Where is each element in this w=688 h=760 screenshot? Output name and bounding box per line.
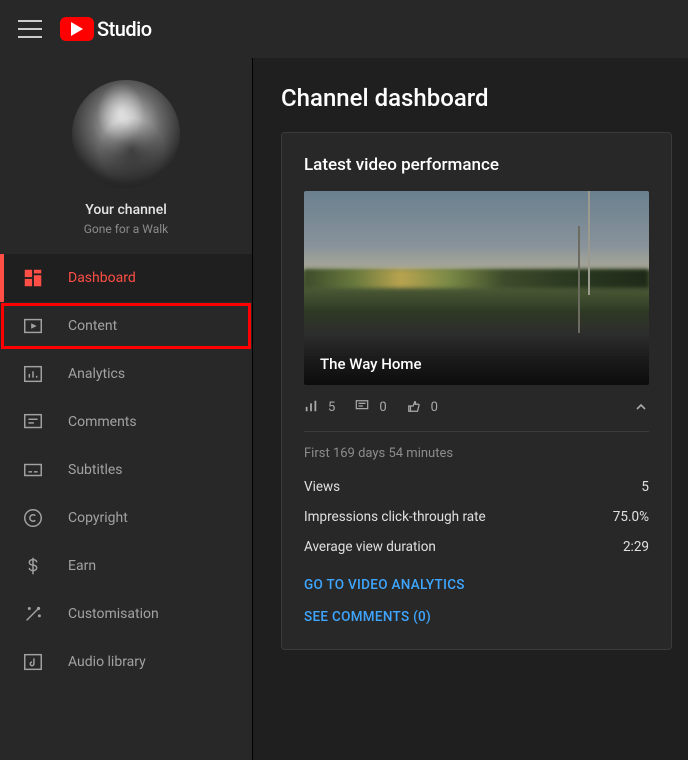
stat-likes: 0	[407, 399, 438, 415]
sidebar-nav: Dashboard Content Analytics Comments	[0, 254, 252, 686]
play-box-icon	[22, 315, 44, 337]
stat-views: 5	[304, 399, 335, 415]
sidebar-item-copyright[interactable]: Copyright	[0, 494, 252, 542]
sidebar-item-label: Dashboard	[68, 270, 136, 286]
metric-row: Views 5	[304, 479, 649, 495]
sidebar-item-label: Customisation	[68, 606, 159, 622]
metric-value: 75.0%	[613, 509, 649, 525]
sidebar-item-label: Comments	[68, 414, 137, 430]
subtitles-icon	[22, 459, 44, 481]
menu-icon[interactable]	[18, 20, 42, 38]
avatar[interactable]	[72, 80, 180, 188]
page-title: Channel dashboard	[281, 84, 672, 112]
sidebar-item-customisation[interactable]: Customisation	[0, 590, 252, 638]
bar-chart-icon	[22, 363, 44, 385]
metrics-list: Views 5 Impressions click-through rate 7…	[304, 479, 649, 555]
metric-value: 5	[641, 479, 649, 495]
stats-row: 5 0 0	[304, 385, 649, 431]
channel-name: Gone for a Walk	[84, 222, 169, 236]
sidebar-item-content[interactable]: Content	[0, 302, 252, 350]
card-links: GO TO VIDEO ANALYTICS SEE COMMENTS (0)	[304, 577, 649, 625]
sidebar-item-label: Audio library	[68, 654, 146, 670]
youtube-play-icon	[60, 17, 94, 41]
comment-icon	[355, 399, 371, 415]
metric-label: Average view duration	[304, 539, 436, 555]
sidebar: Your channel Gone for a Walk Dashboard C…	[0, 58, 253, 760]
metric-label: Views	[304, 479, 340, 495]
comment-icon	[22, 411, 44, 433]
metric-row: Impressions click-through rate 75.0%	[304, 509, 649, 525]
metric-row: Average view duration 2:29	[304, 539, 649, 555]
sidebar-item-analytics[interactable]: Analytics	[0, 350, 252, 398]
wand-icon	[22, 603, 44, 625]
sidebar-item-comments[interactable]: Comments	[0, 398, 252, 446]
stat-value: 0	[379, 400, 386, 415]
metric-value: 2:29	[623, 539, 649, 555]
sidebar-item-label: Content	[68, 318, 117, 334]
period-text: First 169 days 54 minutes	[304, 446, 649, 461]
stat-comments: 0	[355, 399, 386, 415]
divider	[304, 431, 649, 432]
sidebar-item-earn[interactable]: Earn	[0, 542, 252, 590]
logo[interactable]: Studio	[60, 17, 152, 41]
sidebar-item-label: Subtitles	[68, 462, 123, 478]
dashboard-icon	[22, 267, 44, 289]
stat-value: 0	[431, 400, 438, 415]
sidebar-item-label: Analytics	[68, 366, 125, 382]
sidebar-item-audio[interactable]: Audio library	[0, 638, 252, 686]
sidebar-item-dashboard[interactable]: Dashboard	[0, 254, 252, 302]
logo-text: Studio	[97, 17, 152, 41]
app-header: Studio	[0, 0, 688, 58]
card-title: Latest video performance	[304, 155, 649, 175]
channel-block: Your channel Gone for a Walk	[0, 58, 252, 254]
video-title: The Way Home	[320, 355, 422, 373]
link-see-comments[interactable]: SEE COMMENTS (0)	[304, 609, 649, 625]
latest-video-card: Latest video performance The Way Home 5 …	[281, 132, 672, 650]
thumb-up-icon	[407, 399, 423, 415]
metric-label: Impressions click-through rate	[304, 509, 486, 525]
channel-label: Your channel	[85, 202, 167, 218]
bar-chart-icon	[304, 399, 320, 415]
link-video-analytics[interactable]: GO TO VIDEO ANALYTICS	[304, 577, 649, 593]
sidebar-item-label: Copyright	[68, 510, 128, 526]
chevron-up-icon[interactable]	[633, 399, 649, 415]
video-thumbnail[interactable]: The Way Home	[304, 191, 649, 385]
sidebar-item-subtitles[interactable]: Subtitles	[0, 446, 252, 494]
music-icon	[22, 651, 44, 673]
dollar-icon	[22, 555, 44, 577]
main-content: Channel dashboard Latest video performan…	[253, 58, 688, 760]
sidebar-item-label: Earn	[68, 558, 96, 574]
copyright-icon	[22, 507, 44, 529]
stat-value: 5	[328, 400, 335, 415]
